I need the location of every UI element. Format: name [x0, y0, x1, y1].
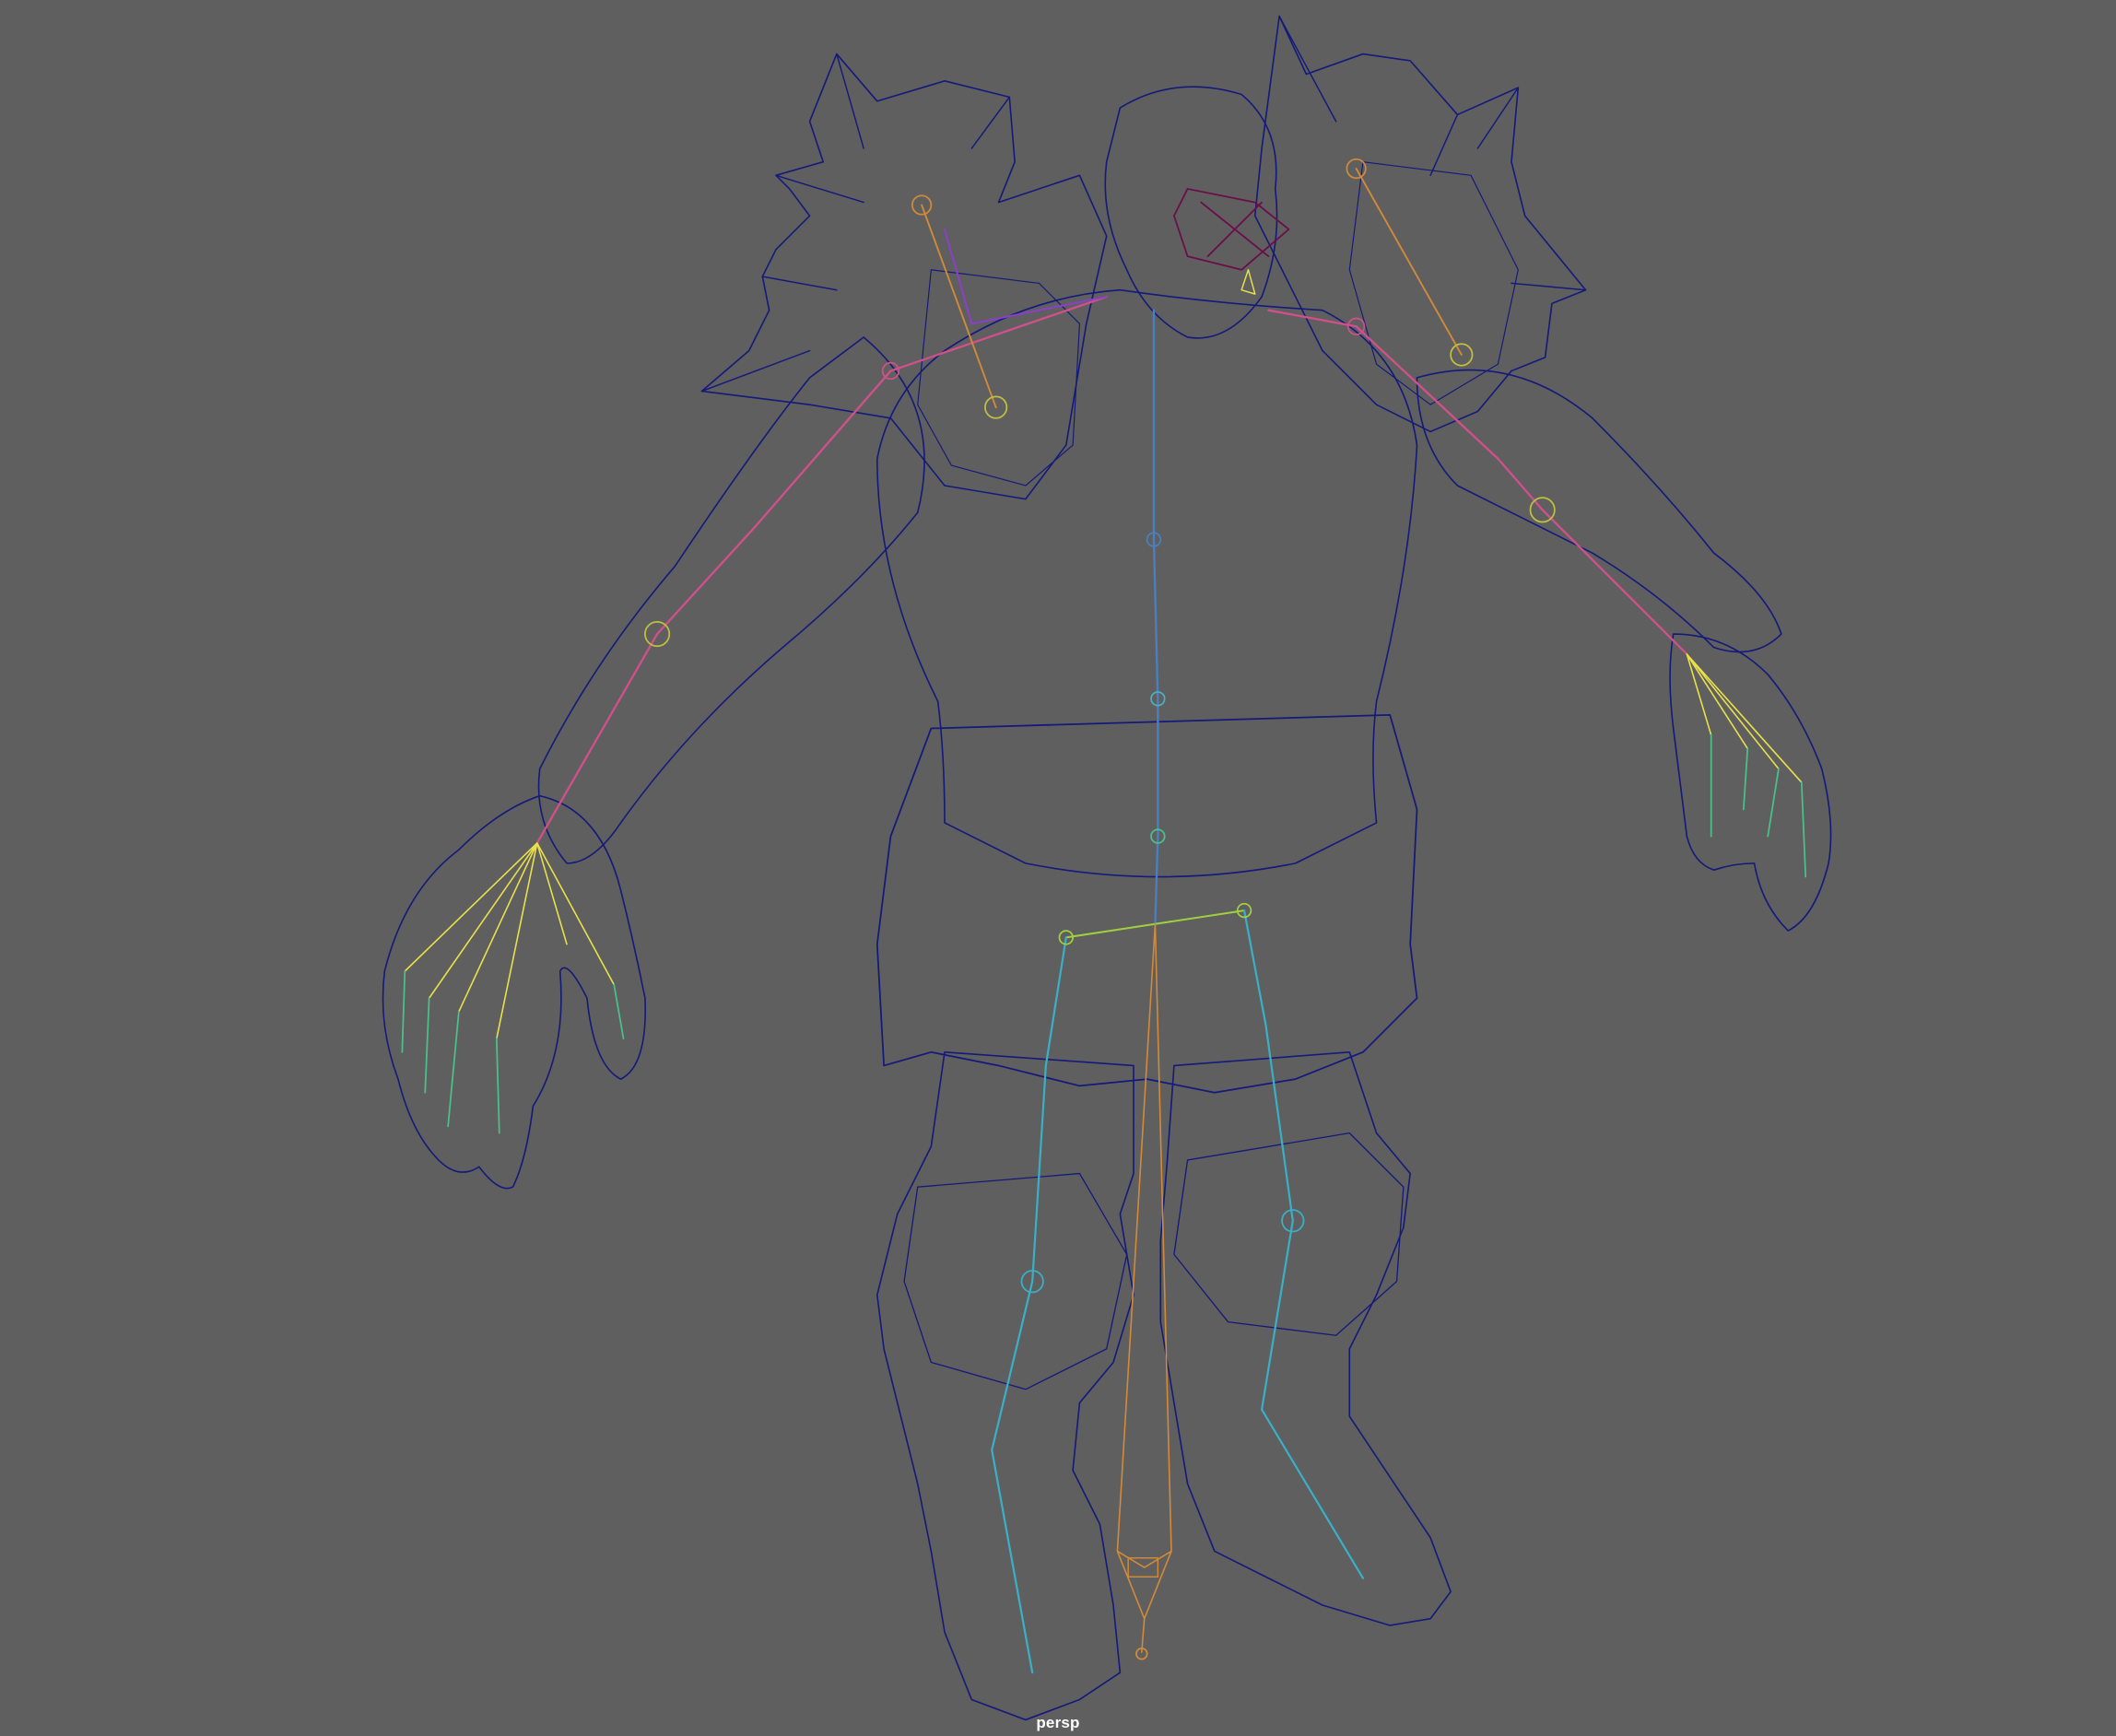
left-hand-mesh[interactable]: [382, 794, 646, 1190]
pole-vector-locator-icon[interactable]: [921, 168, 1463, 409]
left-leg-chain[interactable]: [991, 936, 1067, 1674]
wireframe-mesh[interactable]: [382, 15, 1832, 1721]
right-leg-chain[interactable]: [1242, 909, 1365, 1579]
left-arm-mesh[interactable]: [537, 336, 925, 864]
character-rig-scene[interactable]: [0, 0, 2116, 1736]
right-leg-mesh[interactable]: [1159, 1051, 1452, 1626]
camera-label: persp: [1036, 1714, 1080, 1731]
right-arm-chain[interactable]: [1267, 309, 1688, 656]
torso-mesh[interactable]: [876, 288, 1418, 878]
left-arm-chain[interactable]: [535, 295, 1108, 845]
left-hand-finger-chains[interactable]: [404, 842, 616, 1039]
skirt-armor-mesh[interactable]: [876, 713, 1418, 1094]
left-shoulder-pad-mesh[interactable]: [700, 53, 1108, 500]
right-shoulder-pad-mesh[interactable]: [1253, 15, 1587, 433]
perspective-viewport[interactable]: persp: [0, 0, 2116, 1736]
left-hand-finger-tips[interactable]: [401, 970, 625, 1134]
root-ik-handle[interactable]: [1116, 922, 1172, 1654]
head-joint-cluster[interactable]: [1173, 188, 1290, 271]
skeleton-rig[interactable]: [401, 158, 1807, 1674]
right-hand-finger-chains[interactable]: [1686, 653, 1803, 783]
jaw-joint[interactable]: [1240, 269, 1256, 295]
right-hand-finger-tips[interactable]: [1710, 733, 1807, 878]
right-arm-mesh[interactable]: [1416, 369, 1782, 653]
right-knee-pad-mesh[interactable]: [1173, 1132, 1405, 1336]
left-leg-mesh[interactable]: [876, 1051, 1134, 1721]
spine-chain[interactable]: [1152, 309, 1159, 925]
left-knee-pad-mesh[interactable]: [903, 1172, 1128, 1390]
